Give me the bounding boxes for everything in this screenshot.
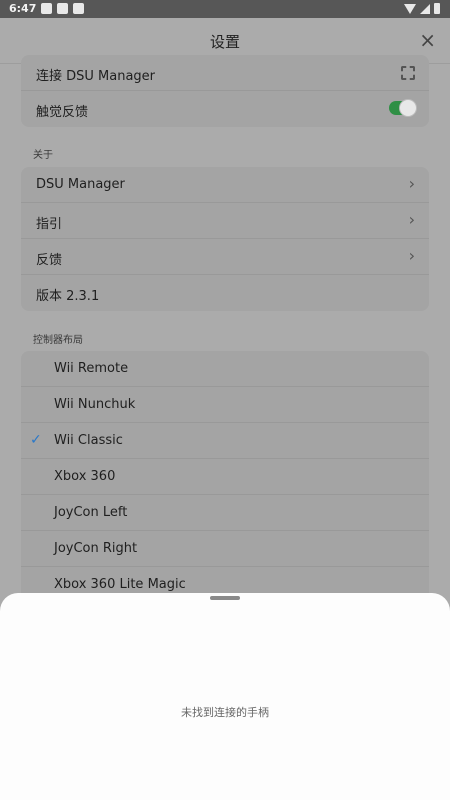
about-heading: 关于 (33, 150, 53, 161)
notification-icons (41, 3, 84, 14)
layout-option-label: Wii Remote (54, 361, 129, 376)
notification-icon (41, 3, 52, 14)
connection-card: 连接 DSU Manager 触觉反馈 (21, 55, 429, 127)
signal-icon (420, 3, 430, 14)
status-icons (404, 3, 440, 14)
notification-icon (73, 3, 84, 14)
layout-option-wii-classic[interactable]: ✓ Wii Classic (21, 423, 429, 459)
dsu-manager-row[interactable]: DSU Manager › (21, 167, 429, 203)
guide-label: 指引 (36, 217, 63, 232)
close-icon[interactable]: × (419, 28, 436, 52)
layout-option-wii-nunchuk[interactable]: Wii Nunchuk (21, 387, 429, 423)
status-bar: 6:47 (0, 0, 450, 18)
chevron-right-icon: › (408, 210, 415, 229)
no-controller-message: 未找到连接的手柄 (181, 706, 269, 719)
dsu-manager-label: DSU Manager (36, 177, 125, 192)
layout-option-label: Wii Nunchuk (54, 397, 136, 412)
layout-option-label: Xbox 360 (54, 469, 116, 484)
battery-icon (434, 3, 440, 14)
layout-option-label: JoyCon Left (54, 505, 128, 520)
haptic-feedback-label: 触觉反馈 (36, 105, 89, 120)
feedback-row[interactable]: 反馈 › (21, 239, 429, 275)
status-time: 6:47 (9, 2, 37, 15)
layout-option-joycon-right[interactable]: JoyCon Right (21, 531, 429, 567)
layout-option-label: Wii Classic (54, 433, 123, 448)
layout-option-wii-remote[interactable]: Wii Remote (21, 351, 429, 387)
version-label: 版本 2.3.1 (36, 289, 100, 304)
layout-heading: 控制器布局 (33, 335, 83, 346)
checkmark-icon: ✓ (30, 432, 42, 448)
notification-icon (57, 3, 68, 14)
chevron-right-icon: › (408, 246, 415, 265)
layout-option-xbox-360[interactable]: Xbox 360 (21, 459, 429, 495)
bottom-sheet: 未找到连接的手柄 (0, 593, 450, 800)
haptic-feedback-row[interactable]: 触觉反馈 (21, 91, 429, 127)
version-row: 版本 2.3.1 (21, 275, 429, 311)
toggle-knob (399, 99, 417, 117)
wifi-icon (404, 3, 416, 14)
feedback-label: 反馈 (36, 253, 63, 268)
guide-row[interactable]: 指引 › (21, 203, 429, 239)
chevron-right-icon: › (408, 174, 415, 193)
layout-option-label: Xbox 360 Lite Magic (54, 577, 186, 592)
scan-icon[interactable] (401, 66, 415, 80)
page-title: 设置 (209, 33, 240, 51)
connect-dsu-label: 连接 DSU Manager (36, 69, 156, 84)
layout-option-label: JoyCon Right (54, 541, 138, 556)
layout-card: Wii Remote Wii Nunchuk ✓ Wii Classic Xbo… (21, 351, 429, 603)
layout-option-joycon-left[interactable]: JoyCon Left (21, 495, 429, 531)
about-card: DSU Manager › 指引 › 反馈 › 版本 2.3.1 (21, 167, 429, 311)
haptic-feedback-toggle[interactable] (389, 99, 417, 117)
sheet-drag-handle[interactable] (210, 596, 240, 600)
connect-dsu-row[interactable]: 连接 DSU Manager (21, 55, 429, 91)
